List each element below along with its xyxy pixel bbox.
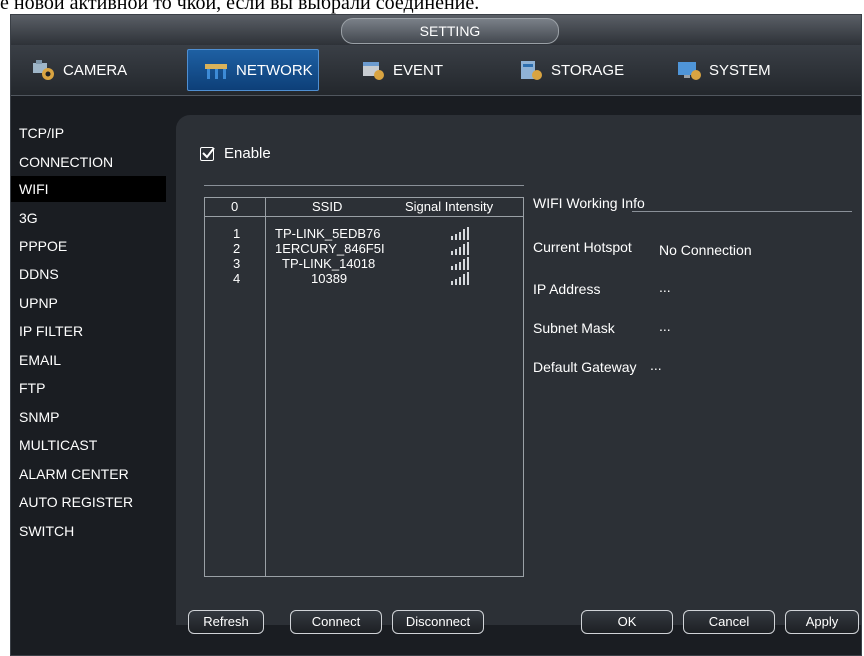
- network-icon: [204, 59, 230, 81]
- camera-icon: [31, 59, 57, 81]
- subnet-mask-value: ...: [659, 318, 671, 334]
- tab-system[interactable]: SYSTEM: [661, 49, 811, 91]
- signal-strength-icon: [451, 257, 469, 270]
- row-ssid: TP-LINK_14018: [282, 256, 376, 271]
- enable-row: Enable: [200, 145, 271, 162]
- table-row[interactable]: 3 TP-LINK_14018: [205, 256, 523, 271]
- apply-button[interactable]: Apply: [785, 610, 859, 634]
- row-ssid: 10389: [311, 271, 348, 286]
- ip-address-value: ...: [659, 279, 671, 295]
- table-row[interactable]: 2 1ERCURY_846F5I: [205, 241, 523, 256]
- sidebar: TCP/IP CONNECTION WIFI 3G PPPOE DDNS UPN…: [11, 95, 171, 655]
- sidebar-item-email[interactable]: EMAIL: [11, 347, 166, 373]
- sidebar-item-ftp[interactable]: FTP: [11, 375, 166, 401]
- table-header: 0 SSID Signal Intensity: [205, 198, 523, 217]
- page-caption: е новой активной то чкой, если вы выбрал…: [0, 0, 480, 14]
- tab-bar: CAMERA NETWORK EVENT STORAGE SYSTEM: [11, 45, 861, 96]
- sidebar-item-ddns[interactable]: DDNS: [11, 261, 166, 287]
- connect-button[interactable]: Connect: [290, 610, 382, 634]
- header-index: 0: [231, 199, 239, 214]
- header-ssid: SSID: [312, 199, 343, 214]
- current-hotspot-value: No Connection: [659, 242, 752, 258]
- enable-checkbox[interactable]: [200, 146, 215, 161]
- sidebar-item-wifi[interactable]: WIFI: [11, 176, 166, 202]
- enable-label: Enable: [224, 145, 271, 162]
- default-gateway-label: Default Gateway: [533, 359, 637, 375]
- header-signal: Signal Intensity: [405, 199, 494, 214]
- cancel-button[interactable]: Cancel: [683, 610, 775, 634]
- sidebar-item-ip-filter[interactable]: IP FILTER: [11, 318, 166, 344]
- current-hotspot-label: Current Hotspot: [533, 239, 632, 255]
- ip-address-label: IP Address: [533, 281, 601, 297]
- sidebar-item-connection[interactable]: CONNECTION: [11, 149, 166, 175]
- refresh-button[interactable]: Refresh: [188, 610, 264, 634]
- tab-event-label: EVENT: [393, 61, 444, 79]
- subnet-mask-label: Subnet Mask: [533, 320, 615, 336]
- sidebar-item-snmp[interactable]: SNMP: [11, 404, 166, 430]
- tab-storage[interactable]: STORAGE: [503, 49, 653, 91]
- sidebar-item-alarm-center[interactable]: ALARM CENTER: [11, 461, 166, 487]
- tab-storage-label: STORAGE: [551, 61, 625, 79]
- divider: [204, 185, 524, 186]
- row-index: 2: [233, 241, 241, 256]
- table-row[interactable]: 4 10389: [205, 271, 523, 286]
- sidebar-item-switch[interactable]: SWITCH: [11, 518, 166, 544]
- wifi-settings-panel: Enable 0 SSID Signal Intensity 1 TP-LINK…: [176, 115, 861, 634]
- sidebar-item-pppoe[interactable]: PPPOE: [11, 233, 166, 259]
- storage-icon: [519, 59, 545, 81]
- row-ssid: 1ERCURY_846F5I: [275, 241, 385, 256]
- row-ssid: TP-LINK_5EDB76: [275, 226, 381, 241]
- row-index: 3: [233, 256, 241, 271]
- tab-system-label: SYSTEM: [709, 61, 771, 79]
- tab-event[interactable]: EVENT: [345, 49, 495, 91]
- default-gateway-value: ...: [650, 357, 662, 373]
- signal-strength-icon: [451, 227, 469, 240]
- wifi-hotspot-table: 0 SSID Signal Intensity 1 TP-LINK_5EDB76…: [204, 197, 524, 577]
- sidebar-item-tcpip[interactable]: TCP/IP: [11, 120, 166, 146]
- tab-camera[interactable]: CAMERA: [15, 49, 165, 91]
- system-icon: [677, 59, 703, 81]
- working-info-title: WIFI Working Info: [533, 195, 645, 211]
- sidebar-item-auto-register[interactable]: AUTO REGISTER: [11, 489, 166, 515]
- sidebar-item-3g[interactable]: 3G: [11, 205, 166, 231]
- row-index: 4: [233, 271, 241, 286]
- ok-button[interactable]: OK: [581, 610, 673, 634]
- sidebar-item-multicast[interactable]: MULTICAST: [11, 432, 166, 458]
- check-icon: [202, 146, 215, 159]
- event-icon: [361, 59, 387, 81]
- window-title: SETTING: [341, 18, 559, 44]
- signal-strength-icon: [451, 272, 469, 285]
- signal-strength-icon: [451, 242, 469, 255]
- tab-network-label: NETWORK: [236, 61, 313, 79]
- tab-camera-label: CAMERA: [63, 61, 128, 79]
- disconnect-button[interactable]: Disconnect: [392, 610, 484, 634]
- sidebar-item-upnp[interactable]: UPNP: [11, 290, 166, 316]
- row-index: 1: [233, 226, 241, 241]
- title-bar: SETTING: [11, 15, 861, 45]
- table-row[interactable]: 1 TP-LINK_5EDB76: [205, 226, 523, 241]
- working-info-divider: [632, 211, 852, 212]
- settings-window: SETTING CAMERA NETWORK EVENT STORAGE SYS…: [10, 14, 862, 656]
- tab-network[interactable]: NETWORK: [187, 49, 319, 91]
